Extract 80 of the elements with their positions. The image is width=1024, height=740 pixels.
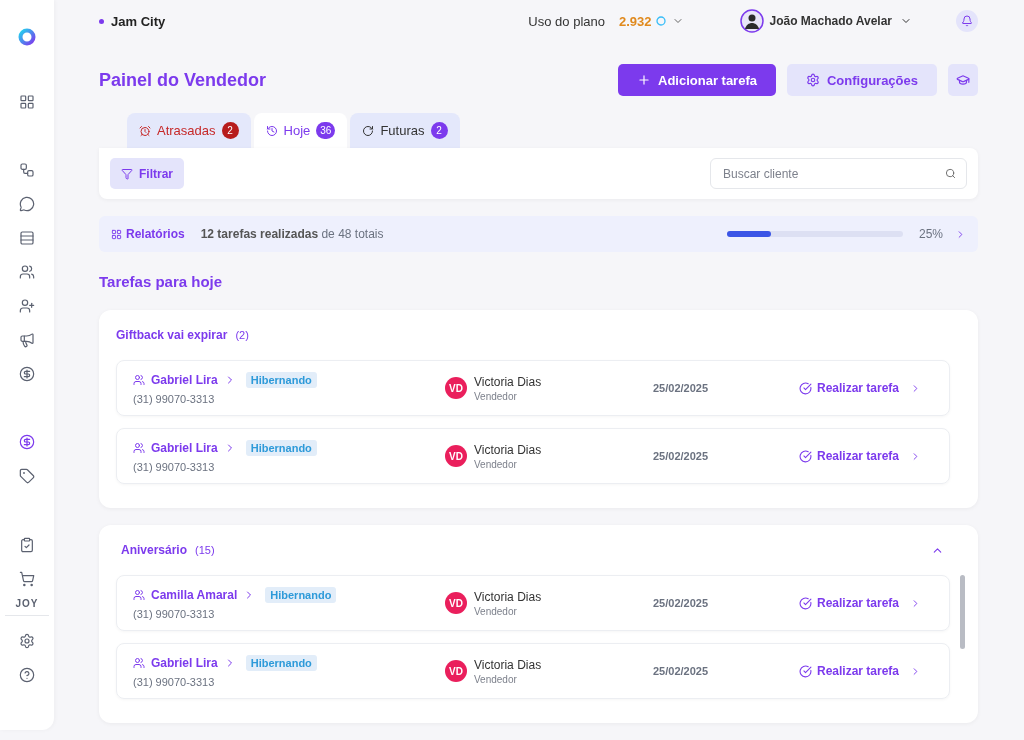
bell-icon [961, 15, 973, 28]
count-badge: 2 [430, 122, 448, 140]
phone-number: (31) 99070-3313 [133, 460, 216, 473]
group-title: Aniversário [121, 543, 188, 557]
people-icon [133, 373, 145, 386]
seller-role: Vendedor [474, 390, 518, 402]
page-title: Painel do Vendedor [99, 69, 268, 91]
status-tag: Hibernando [245, 439, 317, 456]
complete-task-button[interactable]: Realizar tarefa [799, 381, 922, 395]
seller-avatar: VD [445, 592, 467, 614]
client-name[interactable]: Camilla Amaral [151, 587, 238, 602]
group-title: Giftback vai expirar [116, 328, 228, 342]
count-badge: 36 [316, 122, 336, 140]
refresh-icon [362, 124, 375, 137]
seller-avatar: VD [445, 377, 467, 399]
tasks-summary: 12 tarefas realizadas de 48 totais [200, 227, 385, 242]
tab[interactable]: Futuras 2 [350, 113, 460, 149]
plus-icon [637, 73, 651, 88]
phone-number: (31) 99070-3313 [133, 675, 216, 688]
settings-icon [806, 73, 820, 88]
complete-task-button[interactable]: Realizar tarefa [799, 664, 922, 678]
check-circle-icon [799, 664, 812, 678]
people-icon [133, 656, 145, 669]
coin-icon [655, 16, 666, 27]
seller-role: Vendedor [474, 673, 518, 685]
seller-avatar: VD [445, 445, 467, 467]
client-name[interactable]: Gabriel Lira [151, 372, 218, 387]
notifications-button[interactable] [956, 10, 978, 33]
section-title: Tarefas para hoje [99, 273, 224, 290]
task-date: 25/02/2025 [653, 450, 710, 462]
user-avatar [739, 9, 764, 34]
group-count: (2) [235, 329, 249, 341]
task-date: 25/02/2025 [653, 597, 710, 609]
progress-reading: 25% [918, 227, 943, 242]
seller-role: Vendedor [474, 605, 518, 617]
status-tag: Hibernando [245, 371, 317, 388]
seller-role: Vendedor [474, 458, 518, 470]
settings-button[interactable]: Configurações [787, 64, 937, 97]
grid-icon [111, 228, 122, 240]
complete-task-button[interactable]: Realizar tarefa [799, 449, 922, 463]
seller-avatar: VD [445, 660, 467, 682]
complete-task-button[interactable]: Realizar tarefa [799, 596, 922, 610]
user-name[interactable]: João Machado Avelar [769, 14, 892, 29]
people-icon [133, 441, 145, 454]
client-name[interactable]: Gabriel Lira [151, 655, 218, 670]
phone-number: (31) 99070-3313 [133, 607, 216, 620]
tab[interactable]: Hoje 36 [253, 113, 348, 149]
seller-name: Victoria Dias [474, 589, 542, 604]
group-count: (15) [195, 544, 215, 556]
status-tag: Hibernando [245, 654, 317, 671]
task-date: 25/02/2025 [653, 382, 710, 394]
client-name[interactable]: Gabriel Lira [151, 440, 218, 455]
logo-icon [18, 28, 36, 46]
workspace-name[interactable]: Jam City [111, 13, 166, 29]
search-icon [945, 168, 956, 180]
count-badge: 2 [221, 122, 239, 140]
seller-name: Victoria Dias [474, 374, 542, 389]
status-dot [99, 18, 104, 24]
people-icon [133, 588, 145, 601]
seller-name: Victoria Dias [474, 657, 542, 672]
tutorial-button[interactable] [948, 64, 978, 97]
joy-link[interactable]: JOY [5, 598, 49, 616]
check-circle-icon [799, 596, 812, 610]
add-task-button[interactable]: Adicionar tarefa [618, 64, 776, 97]
alarm-icon [139, 124, 151, 137]
plan-usage-label: Uso do plano [528, 13, 605, 29]
search-field[interactable]: Buscar cliente [710, 158, 967, 190]
status-tag: Hibernando [265, 586, 337, 603]
check-circle-icon [799, 449, 812, 463]
history-icon [265, 124, 278, 137]
task-date: 25/02/2025 [653, 665, 710, 677]
filter-button[interactable]: Filtrar [110, 158, 184, 190]
tab[interactable]: Atrasadas 2 [127, 113, 251, 149]
graduation-cap-icon [956, 73, 970, 88]
reports-link[interactable]: Relatórios [111, 227, 185, 242]
seller-name: Victoria Dias [474, 442, 542, 457]
filter-icon [121, 167, 133, 180]
plan-usage-value: 2.932 [618, 13, 652, 29]
phone-number: (31) 99070-3313 [133, 392, 216, 405]
check-circle-icon [799, 381, 812, 395]
